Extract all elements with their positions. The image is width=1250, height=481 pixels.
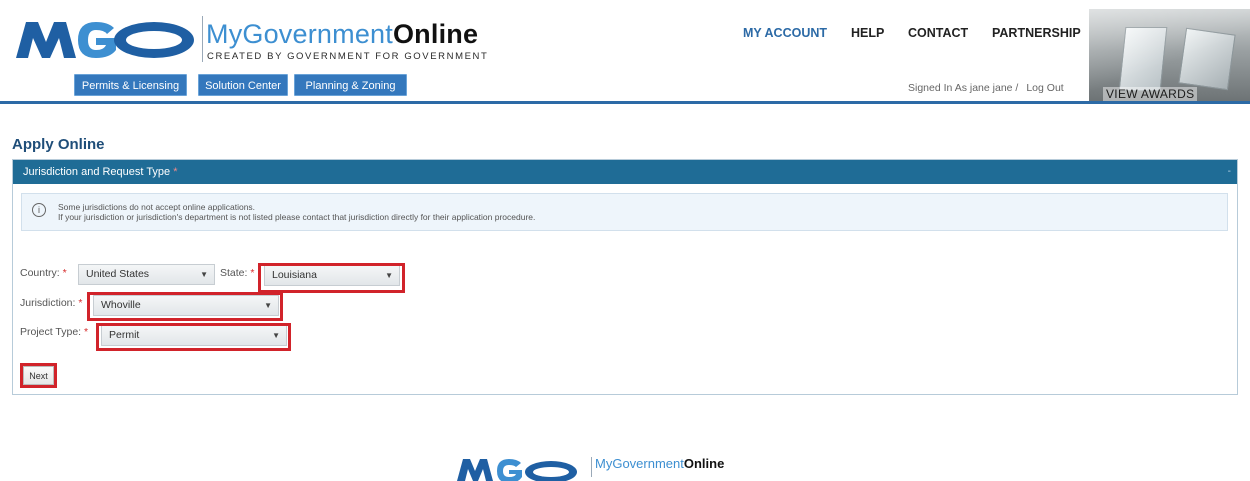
view-awards-banner[interactable]: VIEW AWARDS — [1089, 9, 1250, 102]
site-header: MyGovernmentOnline CREATED BY GOVERNMENT… — [0, 0, 1250, 104]
nav-my-account-link[interactable]: MY ACCOUNT — [743, 26, 827, 40]
planning-zoning-button[interactable]: Planning & Zoning — [294, 74, 407, 96]
signed-in-text: Signed In As jane jane / — [908, 82, 1019, 94]
next-highlight-box — [20, 363, 57, 388]
info-icon: i — [32, 203, 46, 217]
footer-mgo-logo[interactable] — [455, 455, 580, 481]
required-marker: * — [62, 267, 67, 279]
country-value: United States — [86, 268, 150, 280]
required-marker: * — [250, 267, 255, 279]
footer-brand-name: MyGovernmentOnline — [595, 456, 724, 471]
country-select[interactable]: United States ▼ — [78, 264, 215, 285]
permits-licensing-button[interactable]: Permits & Licensing — [74, 74, 187, 96]
required-marker: * — [84, 326, 89, 338]
required-marker: * — [173, 166, 178, 178]
state-label-text: State: — [220, 267, 248, 279]
view-awards-label: VIEW AWARDS — [1103, 87, 1198, 101]
project-type-label: Project Type: * — [20, 326, 88, 338]
solution-center-button[interactable]: Solution Center — [198, 74, 288, 96]
jurisdiction-panel: Jurisdiction and Request Type * - i Some… — [12, 159, 1238, 395]
top-nav: MY ACCOUNT HELP CONTACT PARTNERSHIP — [0, 26, 1250, 46]
country-label-text: Country: — [20, 267, 60, 279]
logout-link[interactable]: Log Out — [1026, 82, 1063, 94]
collapse-icon[interactable]: - — [1228, 160, 1231, 184]
nav-help-link[interactable]: HELP — [851, 26, 884, 40]
footer-brand-part1: MyGovernment — [595, 456, 684, 471]
jurisdiction-highlight-box — [87, 292, 283, 321]
required-marker: * — [78, 297, 83, 309]
info-notice: i Some jurisdictions do not accept onlin… — [21, 193, 1228, 231]
jurisdiction-label-text: Jurisdiction: — [20, 297, 76, 309]
footer-divider — [591, 457, 592, 477]
country-label: Country: * — [20, 267, 67, 279]
dropdown-caret-icon: ▼ — [200, 270, 208, 279]
header-divider — [0, 101, 1250, 104]
signed-in-status: Signed In As jane jane / Log Out — [908, 82, 1064, 94]
project-type-label-text: Project Type: — [20, 326, 82, 338]
notice-line-1: Some jurisdictions do not accept online … — [58, 202, 256, 212]
state-label: State: * — [220, 267, 254, 279]
jurisdiction-label: Jurisdiction: * — [20, 297, 82, 309]
panel-title: Jurisdiction and Request Type — [23, 166, 171, 178]
brand-tagline: CREATED BY GOVERNMENT FOR GOVERNMENT — [207, 51, 489, 62]
notice-line-2: If your jurisdiction or jurisdiction's d… — [58, 212, 536, 222]
page-title: Apply Online — [12, 136, 105, 153]
nav-contact-link[interactable]: CONTACT — [908, 26, 968, 40]
project-type-highlight-box — [96, 323, 291, 351]
state-highlight-box — [258, 263, 405, 293]
panel-header: Jurisdiction and Request Type * - — [13, 160, 1237, 184]
nav-partnership-link[interactable]: PARTNERSHIP — [992, 26, 1081, 40]
footer-brand-part2: Online — [683, 456, 725, 471]
